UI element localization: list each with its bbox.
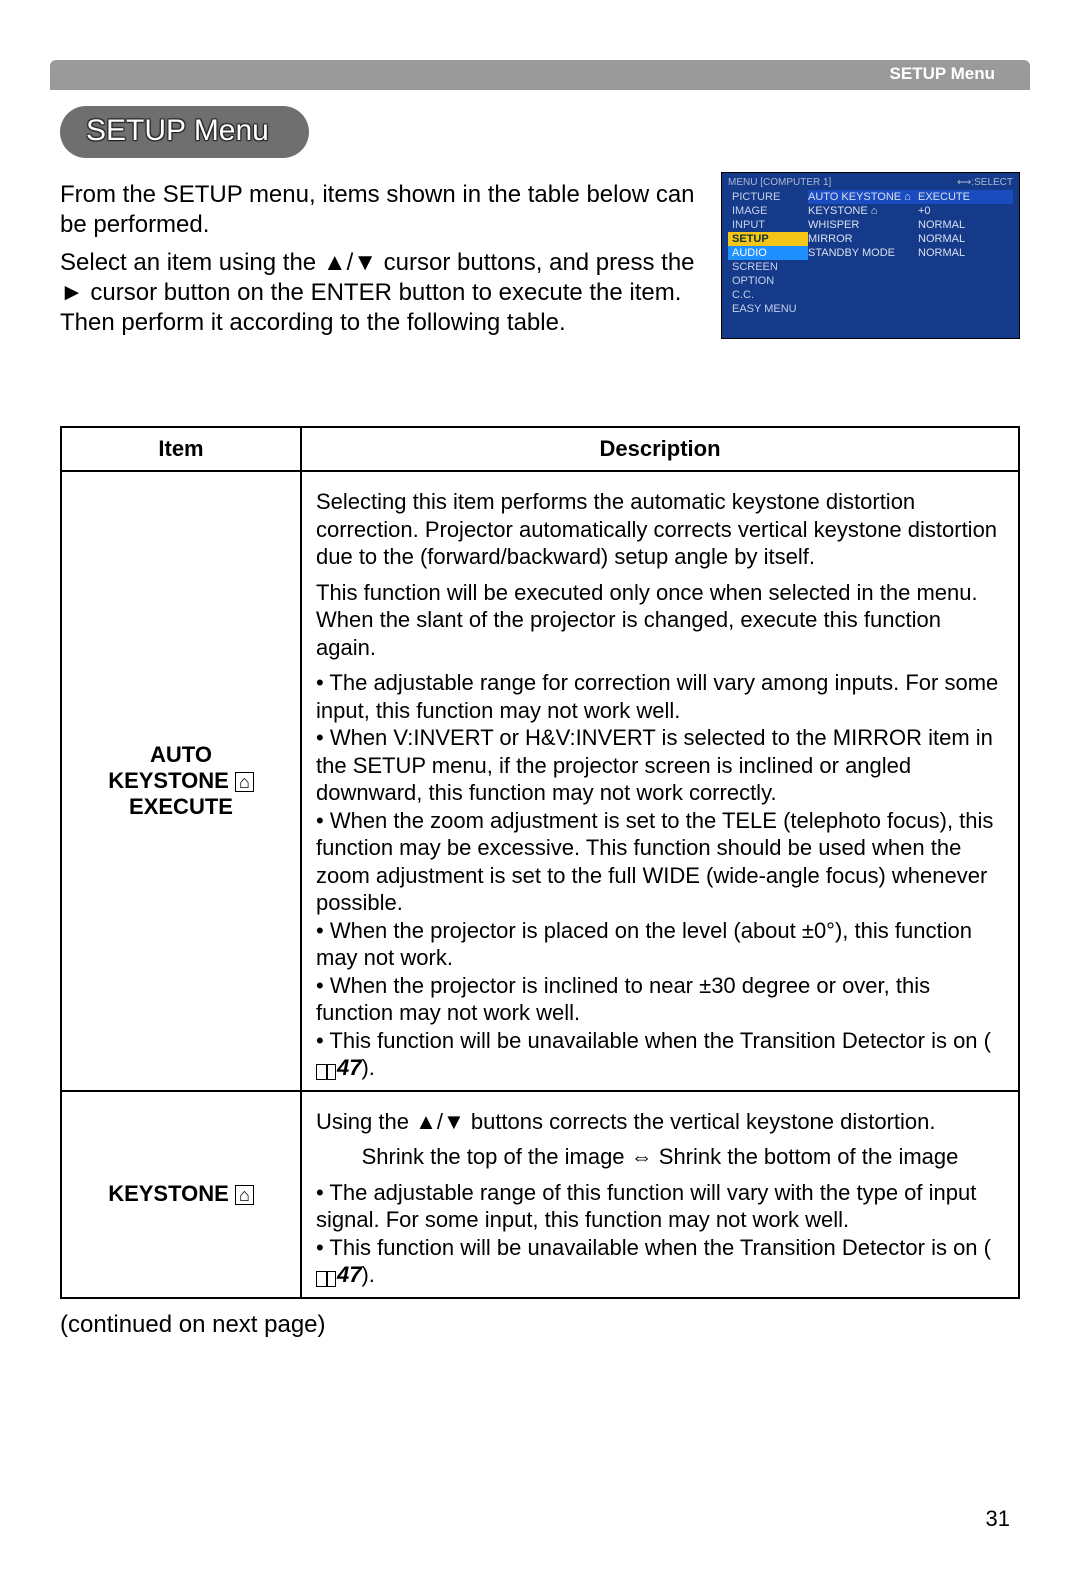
- ms-row-label: KEYSTONE ⌂: [808, 205, 918, 217]
- ms-row-label: STANDBY MODE: [808, 247, 918, 259]
- keystone-icon: ⌂: [235, 772, 254, 792]
- ms-row: STANDBY MODE NORMAL: [808, 246, 1013, 260]
- header-section-label: SETUP Menu: [890, 64, 995, 84]
- item-cell-keystone: KEYSTONE ⌂: [61, 1091, 301, 1298]
- desc-p1: Selecting this item performs the automat…: [316, 488, 1004, 571]
- desc-cell-keystone: Using the ▲/▼ buttons corrects the verti…: [301, 1091, 1019, 1298]
- page-ref-num: 47: [337, 1262, 361, 1287]
- ms-row-label: MIRROR: [808, 233, 918, 245]
- desc-p2: Shrink the top of the image ⇔ Shrink the…: [316, 1143, 1004, 1171]
- intro-p2b: cursor buttons, and press the: [377, 249, 695, 276]
- setup-table: Item Description AUTO KEYSTONE ⌂ EXECUTE…: [60, 426, 1020, 1299]
- bullet-text-a: • This function will be unavailable when…: [316, 1028, 991, 1053]
- ms-left-item-selected: SETUP: [728, 232, 808, 246]
- bullet-text-b: ).: [361, 1262, 374, 1287]
- ms-row-value: NORMAL: [918, 233, 1013, 245]
- intro-text: From the SETUP menu, items shown in the …: [60, 172, 701, 346]
- bullet: • When the projector is inclined to near…: [316, 972, 1004, 1027]
- keystone-icon: ⌂: [235, 1185, 254, 1205]
- page-ref-icon: [316, 1271, 336, 1287]
- ms-left-item: AUDIO: [728, 246, 808, 260]
- desc-bullets: • The adjustable range of this function …: [316, 1179, 1004, 1289]
- table-row: AUTO KEYSTONE ⌂ EXECUTE Selecting this i…: [61, 471, 1019, 1091]
- item-line3: EXECUTE: [76, 794, 286, 820]
- page-ref-num: 47: [337, 1055, 361, 1080]
- ms-row-label: AUTO KEYSTONE ⌂: [808, 191, 918, 203]
- ms-left-item: SCREEN: [728, 260, 808, 274]
- arrows-ud: ▲/▼: [323, 249, 377, 276]
- ms-row-value: +0: [918, 205, 1013, 217]
- bullet: • When the projector is placed on the le…: [316, 917, 1004, 972]
- desc-bullets: • The adjustable range for correction wi…: [316, 669, 1004, 1082]
- intro-p2c: cursor button on the ENTER button to exe…: [60, 279, 681, 336]
- ms-left-item: IMAGE: [728, 204, 808, 218]
- page-title-wrap: SETUP Menu: [60, 106, 1020, 158]
- ms-header-right: ⟷:SELECT: [957, 177, 1013, 188]
- item-text: KEYSTONE: [108, 1181, 235, 1206]
- item-line2-text: KEYSTONE: [108, 768, 235, 793]
- ms-left-item: EASY MENU: [728, 302, 808, 316]
- ms-left-item: PICTURE: [728, 190, 808, 204]
- desc-cell-auto-keystone: Selecting this item performs the automat…: [301, 471, 1019, 1091]
- header-bar: SETUP Menu: [50, 60, 1030, 90]
- intro-p2: Select an item using the ▲/▼ cursor butt…: [60, 248, 701, 338]
- ms-row-value: EXECUTE: [918, 191, 1013, 203]
- page-ref-icon: [316, 1064, 336, 1080]
- ms-left-item: INPUT: [728, 218, 808, 232]
- desc-p1: Using the ▲/▼ buttons corrects the verti…: [316, 1108, 1004, 1136]
- intro-p1: From the SETUP menu, items shown in the …: [60, 180, 701, 240]
- page-number: 31: [986, 1506, 1010, 1532]
- arrow-r: ►: [60, 279, 84, 306]
- bullet-text-b: ).: [361, 1055, 374, 1080]
- bullet: • The adjustable range for correction wi…: [316, 669, 1004, 724]
- ms-row-value: NORMAL: [918, 247, 1013, 259]
- intro-p2a: Select an item using the: [60, 249, 323, 276]
- table-header-row: Item Description: [61, 427, 1019, 471]
- page-title-pill: SETUP Menu: [60, 106, 309, 158]
- ms-row: MIRROR NORMAL: [808, 232, 1013, 246]
- bullet: • This function will be unavailable when…: [316, 1027, 1004, 1082]
- ms-right-col: AUTO KEYSTONE ⌂ EXECUTE KEYSTONE ⌂ +0 WH…: [808, 190, 1013, 316]
- bullet: • This function will be unavailable when…: [316, 1234, 1004, 1289]
- bullet: • When the zoom adjustment is set to the…: [316, 807, 1004, 917]
- table-row: KEYSTONE ⌂ Using the ▲/▼ buttons correct…: [61, 1091, 1019, 1298]
- item-line1: AUTO: [76, 742, 286, 768]
- menu-screenshot: MENU [COMPUTER 1] ⟷:SELECT PICTURE IMAGE…: [721, 172, 1020, 339]
- ms-row: WHISPER NORMAL: [808, 218, 1013, 232]
- bullet: • The adjustable range of this function …: [316, 1179, 1004, 1234]
- th-item: Item: [61, 427, 301, 471]
- page-title: SETUP Menu: [86, 114, 269, 147]
- ms-header-left: MENU [COMPUTER 1]: [728, 177, 831, 188]
- ms-left-item: C.C.: [728, 288, 808, 302]
- p1a: Using the: [316, 1109, 415, 1134]
- ms-row: AUTO KEYSTONE ⌂ EXECUTE: [808, 190, 1013, 204]
- p1b: buttons corrects the vertical keystone d…: [465, 1109, 936, 1134]
- item-cell-auto-keystone: AUTO KEYSTONE ⌂ EXECUTE: [61, 471, 301, 1091]
- ms-row-label: WHISPER: [808, 219, 918, 231]
- ms-row-value: NORMAL: [918, 219, 1013, 231]
- desc-p2: This function will be executed only once…: [316, 579, 1004, 662]
- ms-left-col: PICTURE IMAGE INPUT SETUP AUDIO SCREEN O…: [728, 190, 808, 316]
- bullet: • When V:INVERT or H&V:INVERT is selecte…: [316, 724, 1004, 807]
- ms-left-item: OPTION: [728, 274, 808, 288]
- ms-row: KEYSTONE ⌂ +0: [808, 204, 1013, 218]
- th-desc: Description: [301, 427, 1019, 471]
- item-line2: KEYSTONE ⌂: [76, 768, 286, 794]
- bullet-text-a: • This function will be unavailable when…: [316, 1235, 991, 1260]
- arrows-ud: ▲/▼: [415, 1109, 465, 1134]
- continued-note: (continued on next page): [60, 1311, 1020, 1339]
